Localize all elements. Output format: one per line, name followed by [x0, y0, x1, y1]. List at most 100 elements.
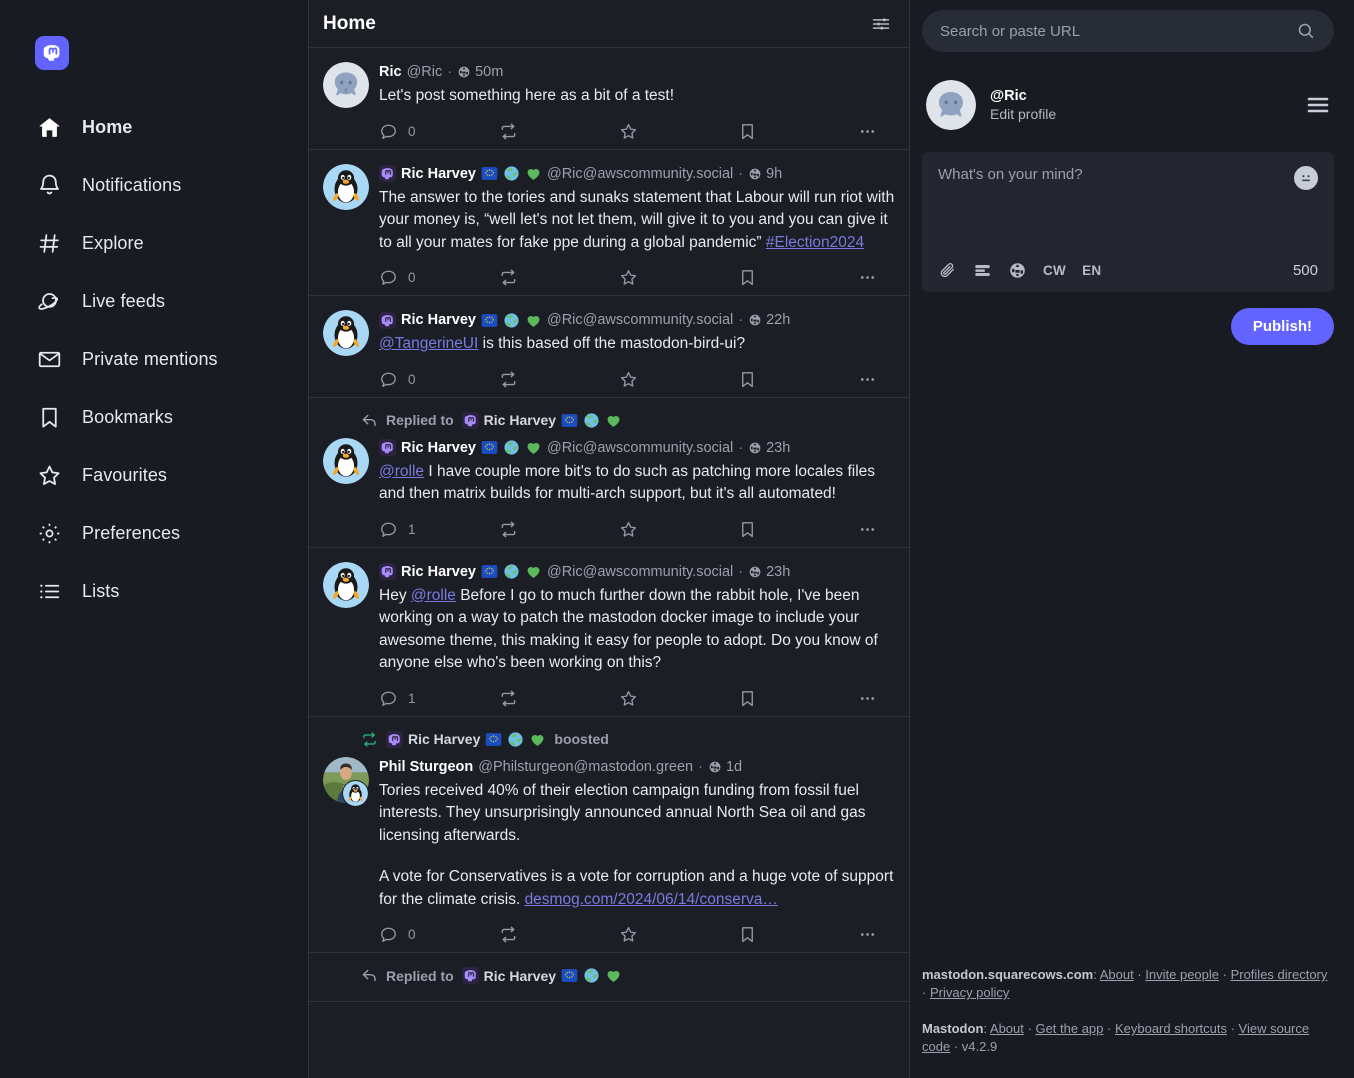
account-handle[interactable]: @Ric@awscommunity.social	[547, 438, 733, 458]
avatar-wrap[interactable]	[323, 756, 369, 945]
display-name[interactable]: Ric Harvey	[401, 438, 476, 458]
bookmark-button[interactable]	[738, 520, 858, 539]
hamburger-icon[interactable]	[1306, 93, 1330, 117]
status-item[interactable]: Ric Harvey boosted Phil Sturgeon @Philsturg…	[309, 717, 909, 953]
avatar[interactable]	[323, 437, 369, 484]
timestamp[interactable]: 1d	[708, 757, 742, 777]
favourite-button[interactable]	[619, 370, 739, 389]
publish-button[interactable]: Publish!	[1230, 308, 1334, 345]
avatar-wrap[interactable]	[323, 437, 369, 539]
timestamp[interactable]: 9h	[748, 164, 782, 184]
globe-icon[interactable]	[1008, 261, 1027, 280]
sidebar-item-lists[interactable]: Lists	[0, 562, 308, 620]
compose-box[interactable]: What's on your mind? CW EN 500	[922, 152, 1334, 292]
timestamp[interactable]: 23h	[748, 562, 790, 582]
favourite-button[interactable]	[619, 122, 739, 141]
content-warning-button[interactable]: CW	[1043, 263, 1066, 278]
timestamp[interactable]: 22h	[748, 310, 790, 330]
paperclip-icon[interactable]	[938, 261, 957, 280]
status-link[interactable]: desmog.com/2024/06/14/conserva…	[525, 891, 778, 908]
more-button[interactable]	[858, 925, 893, 944]
account-handle[interactable]: @Ric@awscommunity.social	[547, 562, 733, 582]
boost-button[interactable]	[499, 925, 619, 944]
bookmark-button[interactable]	[738, 122, 858, 141]
display-name[interactable]: Ric	[379, 62, 402, 82]
account-handle[interactable]: @Philsturgeon@mastodon.green	[478, 757, 693, 777]
status-link[interactable]: #Election2024	[766, 234, 864, 251]
search-input[interactable]	[940, 22, 1296, 40]
emoji-smiley-icon[interactable]	[1294, 166, 1318, 190]
account-handle[interactable]: @Ric	[407, 62, 443, 82]
bookmark-button[interactable]	[738, 925, 858, 944]
more-button[interactable]	[858, 370, 893, 389]
footer-link-invite-people[interactable]: Invite people	[1145, 967, 1219, 982]
reply-button[interactable]: 0	[379, 122, 499, 141]
favourite-button[interactable]	[619, 268, 739, 287]
sliders-icon[interactable]	[867, 10, 895, 38]
search-bar[interactable]	[922, 10, 1334, 52]
boost-button[interactable]	[499, 520, 619, 539]
favourite-button[interactable]	[619, 925, 739, 944]
status-link[interactable]: @rolle	[379, 463, 424, 480]
account-handle[interactable]: @Ric@awscommunity.social	[547, 164, 733, 184]
more-button[interactable]	[858, 689, 893, 708]
status-item[interactable]: Ric Harvey @Ric@awscommunity.social · 23h He…	[309, 548, 909, 717]
boost-button[interactable]	[499, 122, 619, 141]
more-button[interactable]	[858, 268, 893, 287]
bookmark-button[interactable]	[738, 370, 858, 389]
status-item[interactable]: Replied to Ric Harvey Ric Harvey @Ric@awsco…	[309, 398, 909, 548]
avatar[interactable]	[926, 80, 976, 130]
footer-link-mastodon-about[interactable]: About	[990, 1021, 1024, 1036]
status-item[interactable]: Ric Harvey @Ric@awscommunity.social · 22h @T…	[309, 296, 909, 398]
bookmark-button[interactable]	[738, 689, 858, 708]
sidebar-item-notifications[interactable]: Notifications	[0, 156, 308, 214]
avatar-wrap[interactable]	[323, 62, 369, 141]
more-button[interactable]	[858, 122, 893, 141]
avatar[interactable]	[323, 62, 369, 108]
footer-link-about[interactable]: About	[1100, 967, 1134, 982]
timestamp[interactable]: 50m	[457, 62, 503, 82]
prelude-account[interactable]: Ric Harvey	[461, 967, 622, 984]
reply-button[interactable]: 1	[379, 689, 499, 708]
more-button[interactable]	[858, 520, 893, 539]
avatar[interactable]	[323, 310, 369, 356]
account-handle[interactable]: @Ric@awscommunity.social	[547, 310, 733, 330]
poll-icon[interactable]	[973, 261, 992, 280]
reply-button[interactable]: 0	[379, 268, 499, 287]
display-name[interactable]: Phil Sturgeon	[379, 757, 473, 777]
display-name[interactable]: Ric Harvey	[401, 164, 476, 184]
reply-button[interactable]: 1	[379, 520, 499, 539]
display-name[interactable]: Ric Harvey	[401, 310, 476, 330]
sidebar-item-home[interactable]: Home	[0, 98, 308, 156]
favourite-button[interactable]	[619, 689, 739, 708]
status-item[interactable]: Ric Harvey @Ric@awscommunity.social · 9h The…	[309, 150, 909, 296]
status-link[interactable]: @TangerineUI	[379, 335, 478, 352]
sidebar-item-explore[interactable]: Explore	[0, 214, 308, 272]
avatar[interactable]	[323, 561, 369, 608]
sidebar-item-private-mentions[interactable]: Private mentions	[0, 330, 308, 388]
display-name[interactable]: Ric Harvey	[401, 562, 476, 582]
footer-link-profiles-directory[interactable]: Profiles directory	[1231, 967, 1328, 982]
compose-textarea[interactable]: What's on your mind?	[938, 166, 1294, 183]
sidebar-item-live-feeds[interactable]: Live feeds	[0, 272, 308, 330]
bookmark-button[interactable]	[738, 268, 858, 287]
language-button[interactable]: EN	[1082, 263, 1101, 278]
boost-button[interactable]	[499, 689, 619, 708]
sidebar-item-preferences[interactable]: Preferences	[0, 504, 308, 562]
status-item[interactable]: Ric @Ric · 50m Let's post something here as …	[309, 48, 909, 150]
boost-button[interactable]	[499, 268, 619, 287]
edit-profile-link[interactable]: Edit profile	[990, 106, 1292, 122]
prelude-account[interactable]: Ric Harvey	[386, 730, 546, 748]
favourite-button[interactable]	[619, 520, 739, 539]
footer-link-keyboard-shortcuts[interactable]: Keyboard shortcuts	[1115, 1021, 1227, 1036]
reply-button[interactable]: 0	[379, 925, 499, 944]
sidebar-item-bookmarks[interactable]: Bookmarks	[0, 388, 308, 446]
avatar-wrap[interactable]	[323, 310, 369, 389]
prelude-account[interactable]: Ric Harvey	[461, 411, 622, 429]
sidebar-item-favourites[interactable]: Favourites	[0, 446, 308, 504]
status-link[interactable]: @rolle	[411, 587, 456, 604]
footer-link-get-the-app[interactable]: Get the app	[1035, 1021, 1103, 1036]
reply-button[interactable]: 0	[379, 370, 499, 389]
status-item[interactable]: Replied to Ric Harvey	[309, 953, 909, 1002]
timestamp[interactable]: 23h	[748, 438, 790, 458]
